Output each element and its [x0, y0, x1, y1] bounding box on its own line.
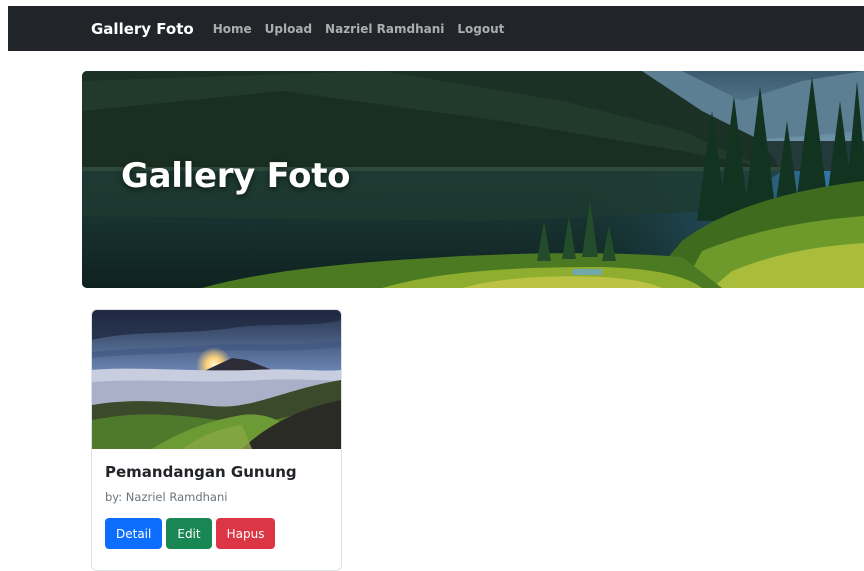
card-photo — [92, 310, 341, 449]
delete-button[interactable]: Hapus — [215, 518, 276, 549]
card-title: Pemandangan Gunung — [105, 463, 297, 481]
nav-links: Home Upload Nazriel Ramdhani Logout — [213, 22, 518, 36]
nav-link-home[interactable]: Home — [213, 22, 252, 36]
navbar-brand[interactable]: Gallery Foto — [91, 20, 194, 38]
edit-button[interactable]: Edit — [166, 518, 212, 549]
navbar: Gallery Foto Home Upload Nazriel Ramdhan… — [8, 6, 864, 51]
nav-link-upload[interactable]: Upload — [265, 22, 312, 36]
hero-banner: Gallery Foto — [82, 71, 864, 288]
card-body: Pemandangan Gunung by: Nazriel Ramdhani … — [92, 449, 341, 563]
photo-card: Pemandangan Gunung by: Nazriel Ramdhani … — [91, 309, 342, 571]
hero-title: Gallery Foto — [121, 156, 351, 196]
card-actions: Detail Edit Hapus — [105, 518, 328, 549]
mountain-sunrise-image — [92, 310, 341, 449]
detail-button[interactable]: Detail — [105, 518, 163, 549]
nav-link-logout[interactable]: Logout — [457, 22, 504, 36]
nav-link-profile[interactable]: Nazriel Ramdhani — [325, 22, 444, 36]
card-author: by: Nazriel Ramdhani — [105, 490, 228, 504]
